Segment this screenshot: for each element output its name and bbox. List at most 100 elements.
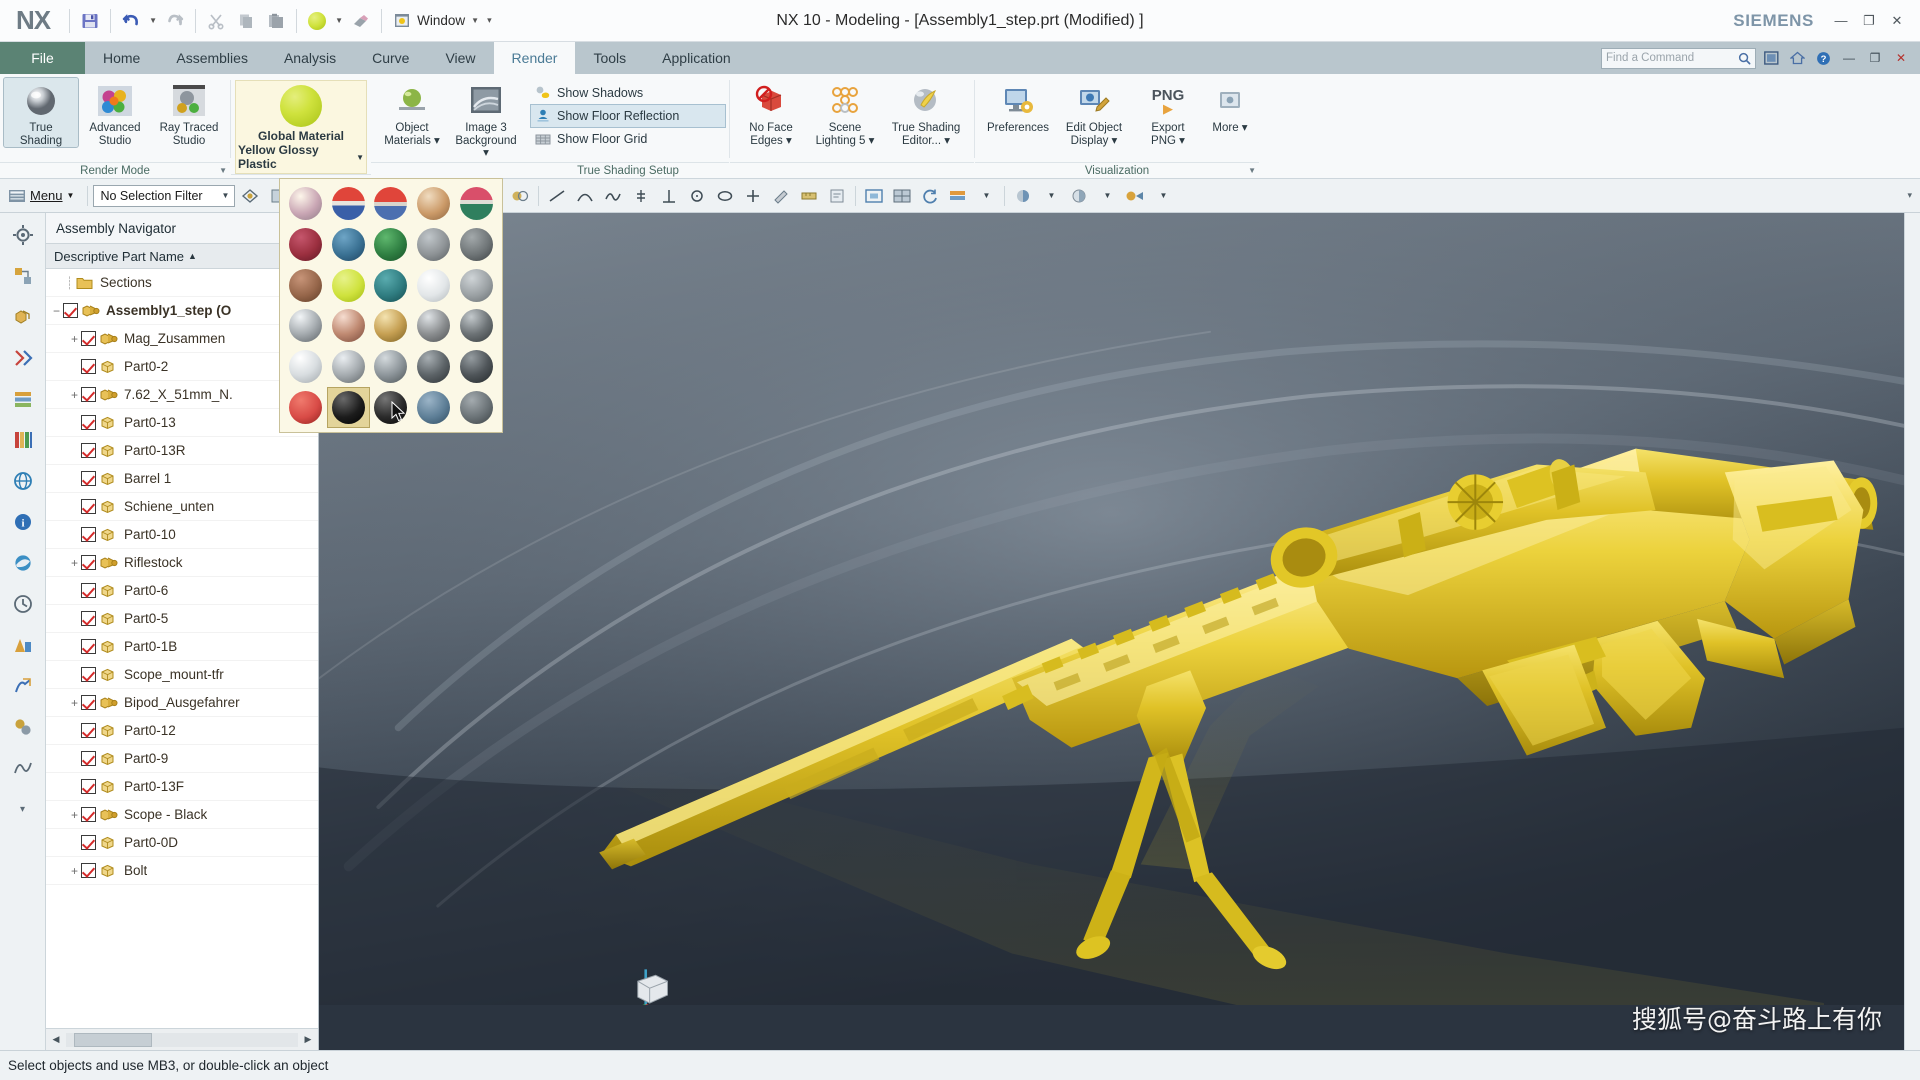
chevron-down-icon[interactable]: ▼ [973, 183, 999, 209]
sketch-icon[interactable] [768, 183, 794, 209]
scroll-right-arrow-icon[interactable]: ▶ [298, 1034, 318, 1045]
tree-expander[interactable]: + [68, 556, 81, 570]
tree-checkbox[interactable] [81, 807, 96, 822]
material-swatch[interactable] [328, 266, 369, 305]
layers-icon[interactable] [945, 183, 971, 209]
tree-checkbox[interactable] [81, 779, 96, 794]
no-face-edges-button[interactable]: No Face Edges ▾ [734, 78, 808, 147]
redo-icon[interactable] [160, 6, 190, 36]
render-mode-expander-icon[interactable]: ▼ [219, 166, 227, 175]
tree-checkbox[interactable] [81, 443, 96, 458]
tree-row-part0-1b[interactable]: Part0-1B [46, 633, 318, 661]
tree-expander[interactable]: + [68, 864, 81, 878]
save-icon[interactable] [75, 6, 105, 36]
overflow-icon[interactable]: ▾ [487, 15, 492, 26]
material-swatch[interactable] [456, 184, 497, 223]
tree-row-part0-6[interactable]: Part0-6 [46, 577, 318, 605]
material-swatch[interactable] [328, 306, 369, 345]
material-swatch[interactable] [413, 225, 454, 264]
fit-icon[interactable] [861, 183, 887, 209]
material-swatch[interactable] [371, 225, 412, 264]
chevron-down-icon[interactable]: ▼ [219, 191, 233, 200]
datum-icon[interactable] [656, 183, 682, 209]
sort-ascending-icon[interactable]: ▲ [188, 251, 197, 261]
preferences-button[interactable]: Preferences [979, 78, 1057, 135]
tree-row-part0-13[interactable]: Part0-13 [46, 409, 318, 437]
tree-expander[interactable]: + [68, 808, 81, 822]
global-material-button[interactable]: Global Material Yellow Glossy Plastic ▼ [235, 80, 367, 174]
tab-assemblies[interactable]: Assemblies [158, 42, 266, 74]
material-icon[interactable] [302, 6, 332, 36]
tree-checkbox[interactable] [81, 499, 96, 514]
image-background-button[interactable]: Image 3 Background ▾ [449, 78, 523, 160]
advanced-studio-button[interactable]: Advanced Studio [78, 78, 152, 147]
chevron-down-icon[interactable]: ▼ [471, 16, 479, 25]
true-shading-editor-button[interactable]: True Shading Editor... ▾ [882, 78, 970, 147]
tree-row-762x51mm[interactable]: + 7.62_X_51mm_N. [46, 381, 318, 409]
tree-row-part0-0d[interactable]: Part0-0D [46, 829, 318, 857]
note-icon[interactable] [824, 183, 850, 209]
edit-object-display-button[interactable]: Edit Object Display ▾ [1057, 78, 1131, 147]
tree-checkbox[interactable] [81, 723, 96, 738]
assembly-tree[interactable]: ┊ Sections − Assembly1_step (O + Mag_Zus… [46, 269, 318, 1028]
info-icon[interactable]: i [7, 506, 39, 538]
export-png-button[interactable]: PNG ▶ Export PNG ▾ [1131, 78, 1205, 147]
reuse-library-icon[interactable] [7, 424, 39, 456]
tree-row-part0-9[interactable]: Part0-9 [46, 745, 318, 773]
tree-checkbox[interactable] [81, 331, 96, 346]
visualization-expander-icon[interactable]: ▼ [1248, 166, 1256, 175]
constraint-nav-icon[interactable] [7, 342, 39, 374]
tree-expander[interactable]: + [68, 332, 81, 346]
tree-checkbox[interactable] [81, 415, 96, 430]
copy-icon[interactable] [231, 6, 261, 36]
material-swatch[interactable] [285, 347, 326, 386]
material-swatch[interactable] [371, 266, 412, 305]
undo-icon[interactable] [116, 6, 146, 36]
cut-icon[interactable] [201, 6, 231, 36]
tree-row-scope-mount-tfr[interactable]: Scope_mount-tfr [46, 661, 318, 689]
roles-icon[interactable] [7, 670, 39, 702]
close-document-icon[interactable]: ✕ [1890, 47, 1912, 69]
material-swatch[interactable] [413, 388, 454, 427]
material-swatch-hover[interactable] [371, 388, 412, 427]
material-dropdown-caret[interactable]: ▼ [332, 16, 346, 25]
refresh-icon[interactable] [917, 183, 943, 209]
circle-icon[interactable] [684, 183, 710, 209]
minimize-icon[interactable]: — [1828, 9, 1854, 33]
model-history-icon[interactable] [7, 260, 39, 292]
chevron-down-icon[interactable]: ▼ [356, 153, 364, 162]
material-swatch[interactable] [328, 225, 369, 264]
toolbar-overflow-icon[interactable]: ▾ [1907, 190, 1916, 201]
arc-icon[interactable] [572, 183, 598, 209]
tree-row-scope-black[interactable]: + Scope - Black [46, 801, 318, 829]
eraser-icon[interactable] [346, 6, 376, 36]
show-floor-grid-toggle[interactable]: Show Floor Grid [531, 128, 725, 150]
tree-row-sections[interactable]: ┊ Sections [46, 269, 318, 297]
material-swatch[interactable] [371, 184, 412, 223]
home-icon[interactable] [1786, 47, 1808, 69]
tree-expander[interactable]: + [68, 388, 81, 402]
tree-row-riflestock[interactable]: + Riflestock [46, 549, 318, 577]
close-icon[interactable]: ✕ [1884, 9, 1910, 33]
scroll-left-arrow-icon[interactable]: ◀ [46, 1034, 66, 1045]
layout-icon[interactable] [889, 183, 915, 209]
graphics-viewport[interactable]: 搜狐号@奋斗路上有你 [319, 213, 1904, 1050]
tree-checkbox[interactable] [81, 863, 96, 878]
tree-checkbox[interactable] [81, 639, 96, 654]
tree-checkbox[interactable] [63, 303, 78, 318]
tree-row-bolt[interactable]: + Bolt [46, 857, 318, 885]
material-palette-popup[interactable] [279, 178, 503, 433]
material-swatch[interactable] [413, 306, 454, 345]
tab-home[interactable]: Home [85, 42, 158, 74]
shade-icon[interactable] [1066, 183, 1092, 209]
tree-checkbox[interactable] [81, 695, 96, 710]
chevron-down-icon[interactable]: ▼ [1094, 183, 1120, 209]
tree-row-part0-2[interactable]: Part0-2 [46, 353, 318, 381]
material-swatch[interactable] [285, 184, 326, 223]
dimension-icon[interactable] [628, 183, 654, 209]
material-swatch[interactable] [456, 306, 497, 345]
restore-icon[interactable]: ❐ [1856, 9, 1882, 33]
tree-row-part0-10[interactable]: Part0-10 [46, 521, 318, 549]
material-swatch[interactable] [328, 184, 369, 223]
material-swatch[interactable] [456, 266, 497, 305]
